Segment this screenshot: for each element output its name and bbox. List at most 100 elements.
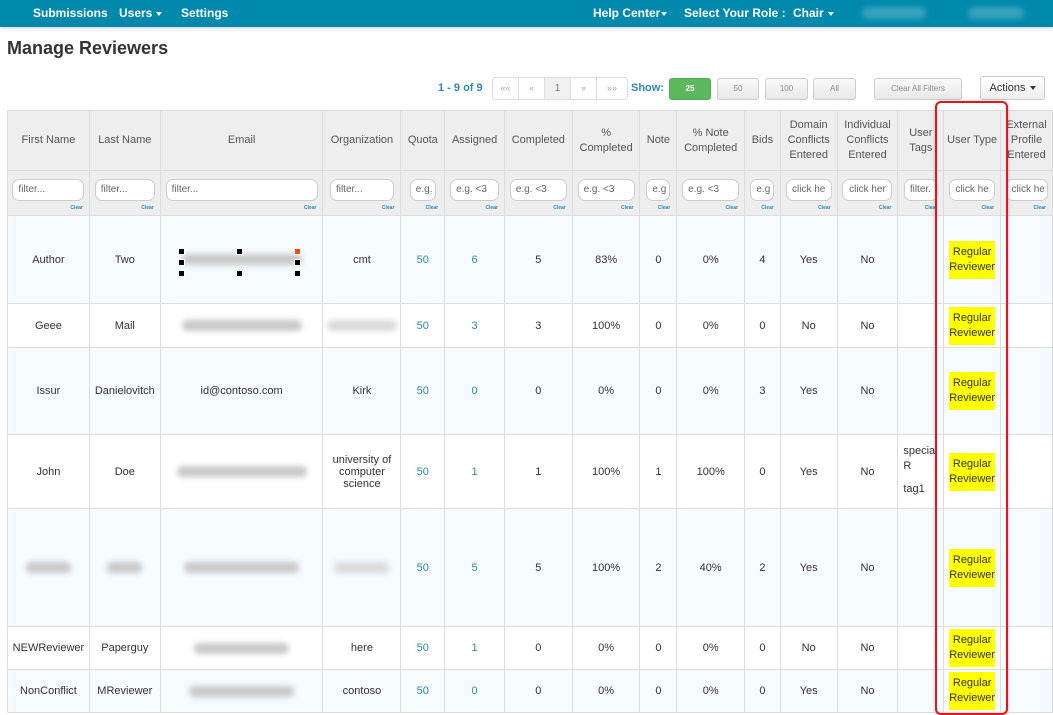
col-pct-completed[interactable]: % Completed <box>571 110 641 171</box>
user-name-redacted[interactable] <box>862 7 926 19</box>
selection-handle-icon[interactable] <box>178 270 185 277</box>
clear-filter-link[interactable]: Clear <box>658 205 671 211</box>
cell-note: 0 <box>639 347 678 435</box>
value-quota[interactable]: 50 <box>417 254 429 266</box>
page-1-button[interactable]: 1 <box>545 78 571 99</box>
filter-input-organization[interactable]: filter... <box>329 179 394 201</box>
selection-handle-icon[interactable] <box>178 248 185 255</box>
col-domain-conflicts[interactable]: Domain Conflicts Entered <box>779 110 838 171</box>
clear-filter-link[interactable]: Clear <box>879 205 892 211</box>
next-page-button[interactable]: » <box>571 78 597 99</box>
filter-input-pct-completed[interactable]: e.g. <3 <box>577 179 635 201</box>
filter-input-individual-conflicts[interactable]: click her <box>842 179 893 201</box>
col-quota[interactable]: Quota <box>400 110 446 171</box>
table-row[interactable]: NEWReviewer Paperguy here 50 1 0 0% 0 0% 0 No No Reg… <box>7 626 1053 670</box>
page-size-25-button[interactable]: 25 <box>669 78 711 100</box>
filter-input-first-name[interactable]: filter... <box>12 179 85 201</box>
first-page-button[interactable]: «« <box>493 78 519 99</box>
filter-input-note[interactable]: e.g <box>646 179 671 201</box>
filter-input-external-profile[interactable]: click he <box>1005 179 1048 201</box>
selection-handle-icon[interactable] <box>178 259 185 266</box>
filter-input-last-name[interactable]: filter... <box>94 179 155 201</box>
clear-filter-link[interactable]: Clear <box>621 205 634 211</box>
value-assigned[interactable]: 1 <box>472 642 478 654</box>
page-size-50-button[interactable]: 50 <box>717 78 759 100</box>
filter-input-domain-conflicts[interactable]: click he <box>785 179 832 201</box>
filter-input-assigned[interactable]: e.g. <3 <box>450 179 500 201</box>
table-row[interactable]: John Doe university of computer science 50 1… <box>7 434 1053 509</box>
nav-settings[interactable]: Settings <box>181 6 228 20</box>
col-first-name[interactable]: First Name <box>7 110 90 171</box>
filter-input-email[interactable]: filter... <box>165 179 318 201</box>
redacted-organization <box>334 562 390 574</box>
last-page-button[interactable]: »» <box>597 78 627 99</box>
value-quota[interactable]: 50 <box>417 385 429 397</box>
value-quota[interactable]: 50 <box>417 466 429 478</box>
col-user-tags[interactable]: User Tags <box>897 110 945 171</box>
value-individual-conflicts: No <box>860 642 875 654</box>
table-row[interactable]: Author Two cmt 50 6 5 83% 0 0% 4 Yes No Regular Revi… <box>7 215 1053 304</box>
col-completed[interactable]: Completed <box>503 110 573 171</box>
col-note[interactable]: Note <box>639 110 678 171</box>
selection-handle-icon[interactable] <box>236 248 243 255</box>
value-assigned[interactable]: 1 <box>472 466 478 478</box>
filter-input-user-tags[interactable]: filter. <box>903 179 938 201</box>
page-size-100-button[interactable]: 100 <box>765 78 808 100</box>
table-row[interactable]: NonConflict MReviewer contoso 50 0 0 0% 0 0% 0 Yes… <box>7 669 1053 713</box>
filter-input-pct-note-completed[interactable]: e.g. <3 <box>682 179 740 201</box>
value-quota[interactable]: 50 <box>417 320 429 332</box>
actions-dropdown[interactable]: Actions <box>980 76 1045 100</box>
clear-filter-link[interactable]: Clear <box>426 205 439 211</box>
value-assigned[interactable]: 0 <box>472 685 478 697</box>
clear-filter-link[interactable]: Clear <box>553 205 566 211</box>
value-assigned[interactable]: 5 <box>472 562 478 574</box>
selection-handle-icon[interactable] <box>294 259 301 266</box>
clear-filter-link[interactable]: Clear <box>382 205 395 211</box>
prev-page-button[interactable]: « <box>519 78 545 99</box>
filter-input-user-type[interactable]: click he <box>949 179 996 201</box>
table-row[interactable]: Issur Danielovitch id@contoso.com Kirk 50 0 0 0… <box>7 347 1053 435</box>
col-external-profile[interactable]: External Profile Entered <box>1000 110 1053 171</box>
filter-input-completed[interactable]: e.g. <3 <box>509 179 567 201</box>
clear-filter-link[interactable]: Clear <box>925 205 938 211</box>
col-pct-note-completed[interactable]: % Note Completed <box>676 110 746 171</box>
clear-filter-link[interactable]: Clear <box>818 205 831 211</box>
selection-handle-icon[interactable] <box>236 270 243 277</box>
nav-help-center[interactable]: Help Center <box>593 6 668 20</box>
clear-filter-link[interactable]: Clear <box>304 205 317 211</box>
value-assigned[interactable]: 3 <box>472 320 478 332</box>
clear-filter-link[interactable]: Clear <box>761 205 774 211</box>
value-assigned[interactable]: 6 <box>472 254 478 266</box>
col-email[interactable]: Email <box>159 110 324 171</box>
value-quota[interactable]: 50 <box>417 642 429 654</box>
col-bids[interactable]: Bids <box>744 110 781 171</box>
nav-users[interactable]: Users <box>119 6 163 20</box>
value-assigned[interactable]: 0 <box>472 385 478 397</box>
col-individual-conflicts[interactable]: Individual Conflicts Entered <box>836 110 899 171</box>
clear-filter-link[interactable]: Clear <box>485 205 498 211</box>
selection-handle-icon[interactable] <box>294 270 301 277</box>
table-row[interactable]: 50 5 5 100% 2 40% 2 Yes No Regular Reviewer <box>7 508 1053 627</box>
selection-handle-icon[interactable] <box>294 248 301 255</box>
filter-input-bids[interactable]: e.g <box>750 179 775 201</box>
clear-filter-link[interactable]: Clear <box>141 205 154 211</box>
clear-filter-link[interactable]: Clear <box>982 205 995 211</box>
clear-filter-link[interactable]: Clear <box>726 205 739 211</box>
sign-out-redacted[interactable] <box>968 7 1024 19</box>
clear-filter-link[interactable]: Clear <box>1033 205 1046 211</box>
clear-all-filters-button[interactable]: Clear All Filters <box>874 78 962 100</box>
cell-completed: 0 <box>503 626 573 670</box>
value-quota[interactable]: 50 <box>417 562 429 574</box>
nav-submissions[interactable]: Submissions <box>33 6 108 20</box>
value-pct-note-completed: 100% <box>696 465 725 478</box>
page-size-all-button[interactable]: All <box>813 78 856 100</box>
table-row[interactable]: Geee Mail 50 3 3 100% 0 0% 0 No No Regular Reviewer <box>7 303 1053 348</box>
value-quota[interactable]: 50 <box>417 685 429 697</box>
role-selector[interactable]: Chair <box>793 6 834 20</box>
filter-input-quota[interactable]: e.g. < <box>409 179 436 201</box>
col-assigned[interactable]: Assigned <box>444 110 505 171</box>
col-organization[interactable]: Organization <box>322 110 402 171</box>
col-last-name[interactable]: Last Name <box>88 110 161 171</box>
col-user-type[interactable]: User Type <box>943 110 1002 171</box>
clear-filter-link[interactable]: Clear <box>70 205 83 211</box>
